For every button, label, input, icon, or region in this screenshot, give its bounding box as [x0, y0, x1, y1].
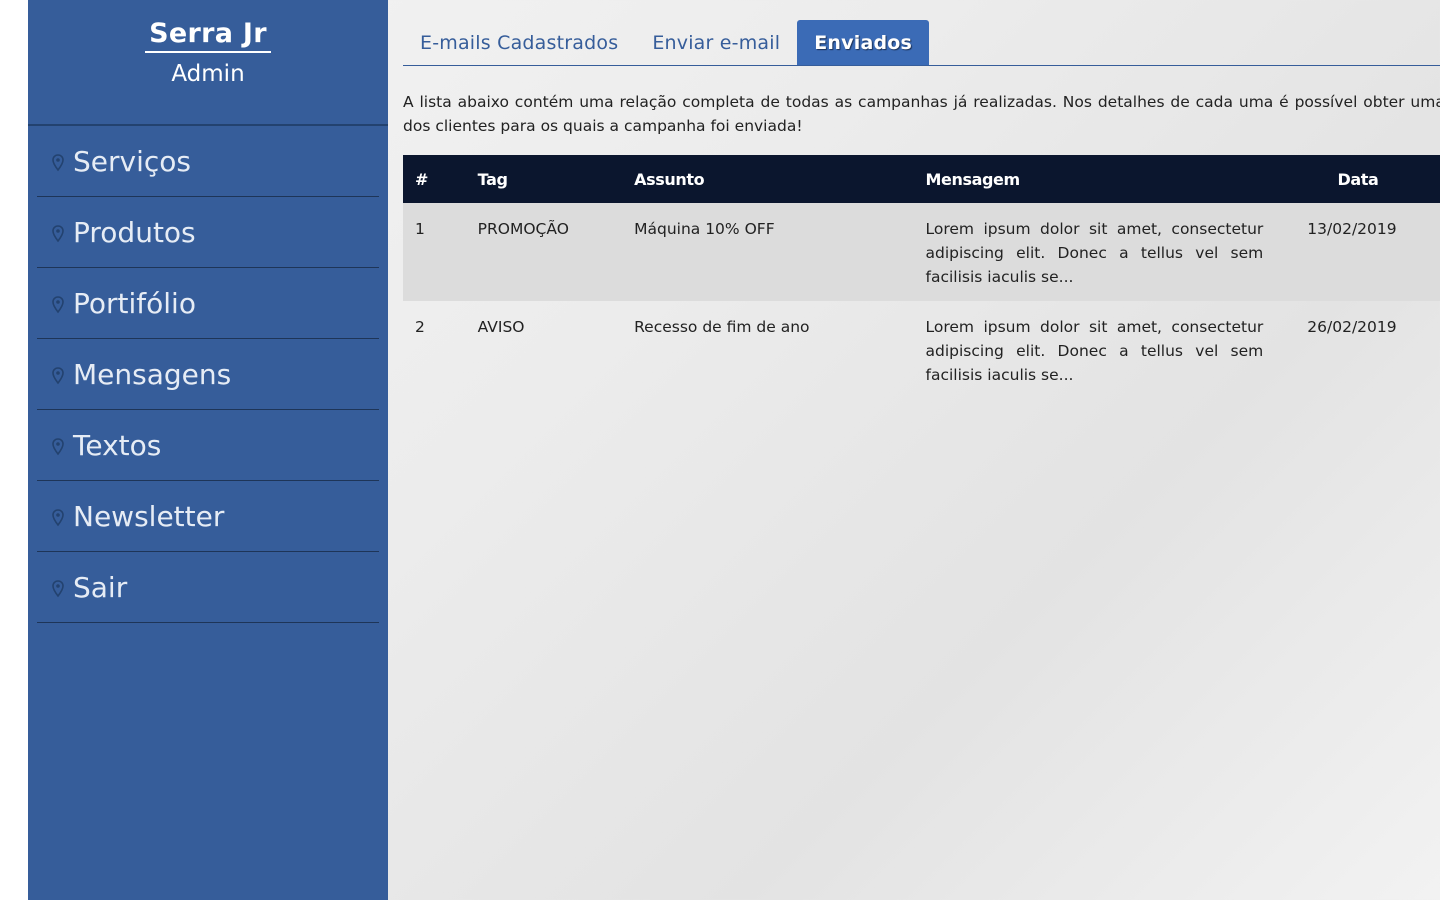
cell-date: 26/02/2019	[1307, 318, 1397, 336]
cell-actions	[1409, 301, 1440, 399]
cell-tag: AVISO	[477, 318, 525, 336]
sidebar-item-label: Sair	[73, 570, 128, 604]
map-pin-icon	[51, 295, 65, 315]
sidebar-item-mensagens[interactable]: Mensagens	[37, 339, 379, 410]
cell-id: 1	[415, 220, 425, 238]
map-pin-icon	[51, 579, 65, 599]
sidebar-item-label: Textos	[73, 428, 162, 462]
sidebar-item-servicos[interactable]: Serviços	[37, 126, 379, 197]
tab-bar: E-mails Cadastrados Enviar e-mail Enviad…	[403, 20, 1440, 66]
tab-emails-cadastrados[interactable]: E-mails Cadastrados	[403, 20, 635, 65]
sidebar: Serra Jr Admin Serviços Produtos Portifó…	[28, 0, 388, 900]
sidebar-item-label: Portifólio	[73, 286, 196, 320]
table-header-row: # Tag Assunto Mensagem Data	[403, 155, 1440, 203]
sidebar-item-label: Mensagens	[73, 357, 232, 391]
sidebar-item-portifolio[interactable]: Portifólio	[37, 268, 379, 339]
sidebar-item-label: Newsletter	[73, 499, 225, 533]
sidebar-item-newsletter[interactable]: Newsletter	[37, 481, 379, 552]
tab-enviar-email[interactable]: Enviar e-mail	[635, 20, 797, 65]
column-header-date[interactable]: Data	[1307, 155, 1408, 203]
tab-enviados[interactable]: Enviados	[797, 20, 930, 65]
column-header-message[interactable]: Mensagem	[914, 155, 1308, 203]
brand-block: Serra Jr Admin	[28, 0, 388, 126]
cell-subject: Máquina 10% OFF	[634, 220, 775, 238]
column-header-id[interactable]: #	[403, 155, 466, 203]
map-pin-icon	[51, 508, 65, 528]
cell-actions	[1409, 203, 1440, 301]
cell-message: Lorem ipsum dolor sit amet, consectetur …	[925, 318, 1264, 384]
cell-tag: PROMOÇÃO	[477, 220, 569, 238]
cell-message: Lorem ipsum dolor sit amet, consectetur …	[925, 220, 1264, 286]
sidebar-item-label: Produtos	[73, 215, 196, 249]
page-left-margin	[0, 0, 28, 900]
cell-subject: Recesso de fim de ano	[634, 318, 810, 336]
campaigns-table-wrap: # Tag Assunto Mensagem Data 1 PROMOÇÃO M…	[403, 155, 1440, 399]
sidebar-nav: Serviços Produtos Portifólio Mensagens T…	[28, 126, 388, 623]
brand-role: Admin	[171, 61, 245, 87]
brand-name[interactable]: Serra Jr	[145, 18, 271, 53]
sidebar-item-label: Serviços	[73, 144, 191, 178]
map-pin-icon	[51, 437, 65, 457]
cell-id: 2	[415, 318, 425, 336]
main-content: E-mails Cadastrados Enviar e-mail Enviad…	[403, 0, 1440, 900]
campaigns-table: # Tag Assunto Mensagem Data 1 PROMOÇÃO M…	[403, 155, 1440, 399]
sidebar-item-produtos[interactable]: Produtos	[37, 197, 379, 268]
table-row[interactable]: 2 AVISO Recesso de fim de ano Lorem ipsu…	[403, 301, 1440, 399]
cell-date: 13/02/2019	[1307, 220, 1397, 238]
column-header-actions	[1409, 155, 1440, 203]
table-row[interactable]: 1 PROMOÇÃO Máquina 10% OFF Lorem ipsum d…	[403, 203, 1440, 301]
column-header-subject[interactable]: Assunto	[622, 155, 913, 203]
intro-text: A lista abaixo contém uma relação comple…	[403, 93, 1440, 135]
sidebar-item-textos[interactable]: Textos	[37, 410, 379, 481]
map-pin-icon	[51, 366, 65, 386]
sidebar-item-sair[interactable]: Sair	[37, 552, 379, 623]
map-pin-icon	[51, 224, 65, 244]
column-header-tag[interactable]: Tag	[466, 155, 622, 203]
map-pin-icon	[51, 153, 65, 173]
